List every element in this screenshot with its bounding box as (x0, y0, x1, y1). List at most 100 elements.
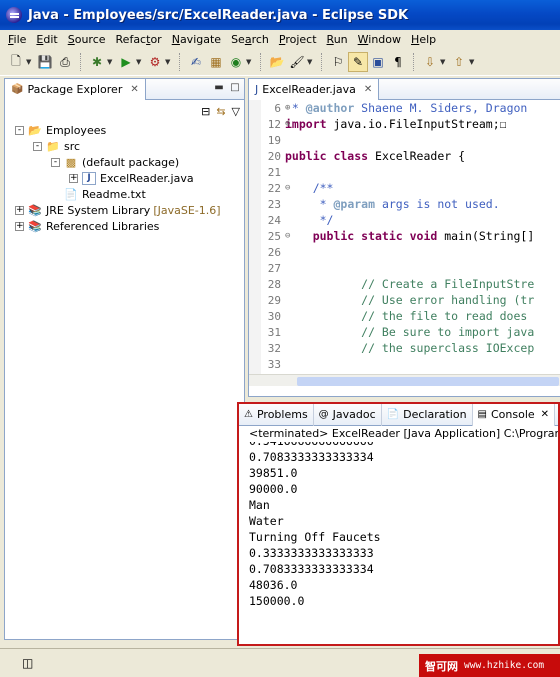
tree-item[interactable]: - 📁 src (5, 138, 244, 154)
menu-project[interactable]: Project (274, 33, 322, 46)
tab-console[interactable]: ▤ Console ✕ (472, 403, 556, 426)
tree-item[interactable]: + J ExcelReader.java (5, 170, 244, 186)
menu-label-rest: ile (13, 33, 27, 46)
collapse-all-icon[interactable]: ⊟ (201, 105, 210, 118)
view-menu-icon[interactable]: ▽ (232, 105, 240, 118)
package-tree: - 📂 Employees - 📁 src - ▩ (default package) + J Exc… (5, 122, 244, 234)
tab-package-explorer[interactable]: 📦 Package Explorer ✕ (5, 78, 146, 100)
console-line: Turning Off Faucets (249, 530, 381, 544)
scrollbar-thumb[interactable] (297, 377, 559, 386)
tab-excelreader-java[interactable]: J ExcelReader.java ✕ (249, 79, 380, 100)
new-class-dropdown-icon[interactable]: ▼ (246, 58, 252, 66)
fast-view-icon[interactable]: ◫ (22, 656, 33, 670)
menu-window[interactable]: Window (353, 33, 406, 46)
tree-item[interactable]: 📄 Readme.txt (5, 186, 244, 202)
menu-run[interactable]: Run (322, 33, 353, 46)
print-icon[interactable]: ⎙ (55, 52, 75, 72)
toolbar-separator (321, 53, 323, 71)
menu-search[interactable]: Search (226, 33, 274, 46)
toggle-block-selection-icon[interactable]: ▣ (368, 52, 388, 72)
console-line: 0.7083333333333334 (249, 562, 374, 576)
menu-help[interactable]: Help (406, 33, 441, 46)
navigate-next-icon[interactable]: ⇩ (420, 52, 440, 72)
tab-javadoc[interactable]: @ Javadoc (314, 403, 382, 426)
run-dropdown-icon[interactable]: ▼ (136, 58, 142, 66)
problems-icon: ⚠ (244, 409, 253, 420)
menu-source[interactable]: Source (63, 33, 111, 46)
tab-problems[interactable]: ⚠ Problems (239, 403, 314, 426)
fold-collapse-icon[interactable]: ⊖ (285, 180, 290, 196)
navigate-back-icon[interactable]: ⇧ (449, 52, 469, 72)
console-line: 0.3333333333333333 (249, 546, 374, 560)
console-output[interactable]: 0.54166666666666660.70833333333333343985… (239, 442, 558, 640)
expand-icon[interactable]: + (15, 205, 24, 215)
expand-icon[interactable]: + (15, 221, 24, 231)
tree-item[interactable]: + 📚 Referenced Libraries (5, 218, 244, 234)
editor-area: J ExcelReader.java ✕ 6 ⊕ * @author Shaene… (248, 78, 560, 397)
new-dropdown-icon[interactable]: ▼ (26, 58, 32, 66)
source-folder-icon: 📁 (46, 139, 60, 153)
next-annotation-icon[interactable]: ⚐ (328, 52, 348, 72)
external-tools-icon[interactable]: ⚙ (145, 52, 165, 72)
code-line: 19 (249, 132, 560, 148)
code-text: // Create a FileInputStre (285, 277, 534, 291)
horizontal-scrollbar[interactable] (249, 374, 560, 386)
line-number: 6 (274, 102, 281, 115)
menu-file[interactable]: File (3, 33, 31, 46)
collapse-icon[interactable]: - (33, 141, 42, 151)
navigate-next-dropdown-icon[interactable]: ▼ (440, 58, 446, 66)
console-line: 48036.0 (249, 578, 298, 592)
save-icon[interactable]: 💾 (35, 52, 55, 72)
line-number: 30 (267, 310, 281, 323)
text-file-icon: 📄 (64, 187, 78, 201)
fold-expand-icon[interactable]: ⊕ (285, 100, 290, 116)
external-tools-dropdown-icon[interactable]: ▼ (165, 58, 171, 66)
search-icon[interactable]: 🖌 (287, 52, 307, 72)
code-editor[interactable]: 6 ⊕ * @author Shaene M. Siders, Dragon 12 ⊕… (249, 100, 560, 386)
new-package-icon[interactable]: ▦ (206, 52, 226, 72)
tree-item[interactable]: - ▩ (default package) (5, 154, 244, 170)
navigate-back-dropdown-icon[interactable]: ▼ (469, 58, 475, 66)
code-line: 12 ⊕ import java.io.FileInputStream;☐ (249, 116, 560, 132)
menu-mnemonic: R (326, 33, 334, 46)
close-icon[interactable]: ✕ (364, 84, 372, 95)
line-number: 19 (267, 134, 281, 147)
tab-declaration[interactable]: 📄 Declaration (382, 403, 473, 426)
tree-item[interactable]: - 📂 Employees (5, 122, 244, 138)
close-icon[interactable]: ✕ (130, 84, 138, 95)
code-line: 25 ⊖ public static void main(String[] (249, 228, 560, 244)
menu-edit[interactable]: Edit (31, 33, 62, 46)
menu-refactor[interactable]: Refactor (111, 33, 167, 46)
close-icon[interactable]: ✕ (541, 409, 549, 420)
code-line: 20 public class ExcelReader { (249, 148, 560, 164)
new-icon[interactable]: 🗋 (6, 52, 26, 72)
open-type-icon[interactable]: 📂 (267, 52, 287, 72)
code-line: 21 (249, 164, 560, 180)
menu-label-rest: Refac (115, 33, 147, 46)
collapse-icon[interactable]: - (15, 125, 24, 135)
maximize-icon[interactable]: □ (229, 82, 241, 94)
run-icon[interactable]: ▶ (116, 52, 136, 72)
line-number: 29 (267, 294, 281, 307)
new-class-icon[interactable]: ◉ (226, 52, 246, 72)
toggle-mark-occurrences-icon[interactable]: ✎ (348, 52, 368, 72)
new-java-project-icon[interactable]: ✍ (186, 52, 206, 72)
menu-navigate[interactable]: Navigate (167, 33, 226, 46)
tree-item[interactable]: + 📚 JRE System Library [JavaSE-1.6] (5, 202, 244, 218)
debug-dropdown-icon[interactable]: ▼ (107, 58, 113, 66)
watermark-url: www.hzhike.com (464, 660, 545, 671)
search-dropdown-icon[interactable]: ▼ (307, 58, 313, 66)
debug-icon[interactable]: ✱ (87, 52, 107, 72)
link-with-editor-icon[interactable]: ⇆ (216, 105, 225, 118)
expand-icon[interactable]: + (69, 173, 78, 183)
fold-collapse-icon[interactable]: ⊖ (285, 228, 290, 244)
collapse-icon[interactable]: - (51, 157, 60, 167)
code-token: */ (285, 213, 334, 227)
fold-expand-icon[interactable]: ⊕ (285, 116, 290, 132)
console-line: 90000.0 (249, 482, 298, 496)
minimize-icon[interactable]: ▬ (213, 82, 225, 94)
show-whitespace-icon[interactable]: ¶ (388, 52, 408, 72)
line-number: 28 (267, 278, 281, 291)
line-number: 20 (267, 150, 281, 163)
line-number: 25 (267, 230, 281, 243)
